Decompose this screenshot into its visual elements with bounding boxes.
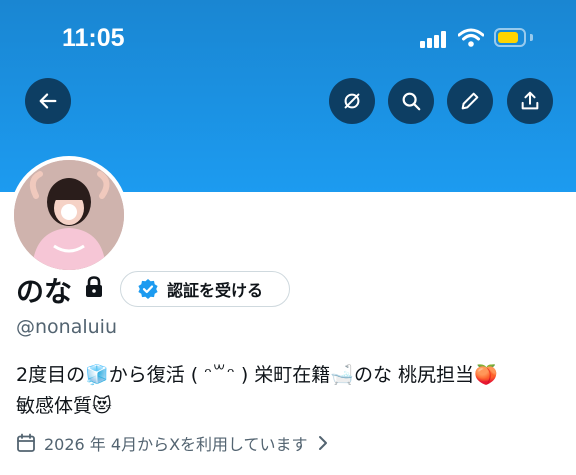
battery-tip: [530, 34, 533, 41]
avatar[interactable]: [10, 156, 128, 274]
edit-button[interactable]: [447, 78, 493, 124]
joined-date-row[interactable]: 2026 年 4月からXを利用しています: [16, 430, 330, 456]
bio-line-2: 敏感体質😻: [16, 395, 112, 417]
user-handle: @nonaluiu: [16, 316, 117, 338]
arrow-left-icon: [39, 93, 57, 109]
get-verified-label: 認証を受ける: [167, 281, 264, 300]
mute-button[interactable]: [329, 78, 375, 124]
share-button[interactable]: [507, 78, 553, 124]
back-button[interactable]: [25, 78, 71, 124]
signal-icon: [420, 30, 452, 48]
avatar-photo: [14, 160, 124, 270]
wifi-icon: [458, 28, 484, 47]
joined-date-text: 2026 年 4月からXを利用しています: [44, 435, 308, 454]
profile-bio: 2度目の🧊から復活 ( ᵔ꒳ᵔ ) 栄町在籍🛁のな 桃尻担当🍑 敏感体質😻: [16, 360, 561, 422]
display-name: のな: [16, 275, 73, 308]
share-icon: [521, 91, 539, 110]
get-verified-button[interactable]: 認証を受ける: [120, 271, 290, 307]
avatar-figure: [14, 160, 124, 270]
bio-line-1: 2度目の🧊から復活 ( ᵔ꒳ᵔ ) 栄町在籍🛁のな 桃尻担当🍑: [16, 364, 498, 386]
mute-icon: [344, 93, 360, 109]
lock-icon: [86, 276, 102, 297]
battery-icon: [494, 28, 526, 47]
search-button[interactable]: [388, 78, 434, 124]
status-time: 11:05: [62, 24, 125, 52]
chevron-right-icon: [318, 436, 327, 450]
verified-badge-icon: [138, 279, 158, 299]
search-icon: [402, 92, 421, 111]
edit-icon: [461, 92, 479, 110]
calendar-icon: [17, 433, 35, 452]
